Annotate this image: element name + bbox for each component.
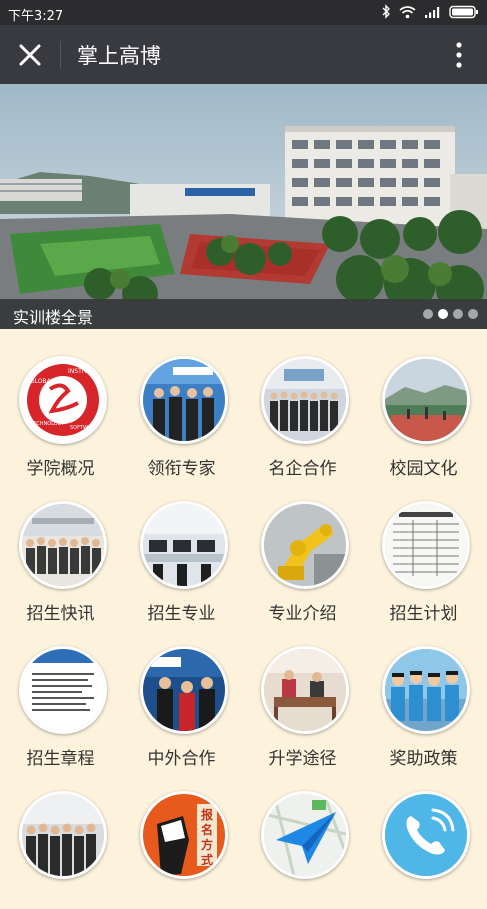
close-button[interactable] xyxy=(12,37,48,73)
menu-item-admission-news[interactable]: 招生快讯 xyxy=(0,474,121,624)
carousel-dot-3[interactable] xyxy=(453,309,463,319)
campus-photo-icon xyxy=(382,356,470,444)
students-photo-icon xyxy=(382,646,470,734)
charter-document-icon xyxy=(19,646,107,734)
svg-text:报: 报 xyxy=(201,807,213,822)
menu-item-enterprise-cooperation[interactable]: 名企合作 xyxy=(242,329,363,479)
menu-item-sino-foreign-cooperation[interactable]: 中外合作 xyxy=(121,619,242,769)
svg-text:INSTITUTE: INSTITUTE xyxy=(68,368,99,375)
banner-caption-bar: 实训楼全景 xyxy=(0,299,487,329)
svg-text:名: 名 xyxy=(201,822,213,837)
carousel-dot-1[interactable] xyxy=(423,309,433,319)
menu-item-admission-plan[interactable]: 招生计划 xyxy=(363,474,484,624)
menu-item-map-navigation[interactable] xyxy=(242,764,363,909)
wifi-icon xyxy=(399,5,416,18)
majors-photo-icon xyxy=(140,501,228,589)
news-photo-icon xyxy=(19,501,107,589)
more-button[interactable] xyxy=(451,39,467,71)
menu-item-leading-experts[interactable]: 领衔专家 xyxy=(121,329,242,479)
svg-text:SOFTWARE: SOFTWARE xyxy=(70,425,98,431)
menu-item-registration-methods[interactable]: 报 名 方 式 xyxy=(121,764,242,909)
menu-item-group-photo[interactable] xyxy=(0,764,121,909)
menu-item-campus-culture[interactable]: 校园文化 xyxy=(363,329,484,479)
status-time: 下午3:27 xyxy=(8,9,64,24)
battery-icon xyxy=(449,5,478,18)
classroom-photo-icon xyxy=(261,646,349,734)
menu-item-admission-charter[interactable]: 招生章程 xyxy=(0,619,121,769)
menu-item-further-study-paths[interactable]: 升学途径 xyxy=(242,619,363,769)
svg-text:GLOBAL: GLOBAL xyxy=(30,378,55,385)
svg-text:方: 方 xyxy=(201,837,213,852)
signal-icon xyxy=(425,6,440,18)
menu-item-contact-phone[interactable] xyxy=(363,764,484,909)
carousel-dots xyxy=(423,309,478,319)
nav-divider xyxy=(60,41,61,69)
carousel-dot-2[interactable] xyxy=(438,309,448,319)
carousel-dot-4[interactable] xyxy=(468,309,478,319)
banner-caption: 实训楼全景 xyxy=(13,308,94,327)
plan-document-icon xyxy=(382,501,470,589)
more-vertical-icon xyxy=(456,42,462,68)
status-icons xyxy=(381,4,479,19)
banner-carousel[interactable]: 实训楼全景 xyxy=(0,84,487,329)
menu-item-major-introduction[interactable]: 专业介绍 xyxy=(242,474,363,624)
close-icon xyxy=(19,44,41,66)
menu-item-scholarship-policy[interactable]: 奖助政策 xyxy=(363,619,484,769)
status-bar: 下午3:27 xyxy=(0,0,487,25)
banner-image xyxy=(0,84,487,329)
page-title: 掌上高博 xyxy=(77,44,161,68)
nav-bar: 掌上高博 xyxy=(0,25,487,84)
menu-item-admission-majors[interactable]: 招生专业 xyxy=(121,474,242,624)
cooperation-photo-icon xyxy=(140,646,228,734)
svg-text:式: 式 xyxy=(201,852,213,867)
svg-text:TECHNOLOGY: TECHNOLOGY xyxy=(29,421,65,427)
menu-item-college-overview[interactable]: GLOBAL INSTITUTE TECHNOLOGY SOFTWARE 学院概… xyxy=(0,329,121,479)
experts-photo-icon xyxy=(140,356,228,444)
enterprise-photo-icon xyxy=(261,356,349,444)
robot-arm-icon xyxy=(261,501,349,589)
college-logo-icon: GLOBAL INSTITUTE TECHNOLOGY SOFTWARE xyxy=(19,356,107,444)
bluetooth-icon xyxy=(382,4,390,19)
